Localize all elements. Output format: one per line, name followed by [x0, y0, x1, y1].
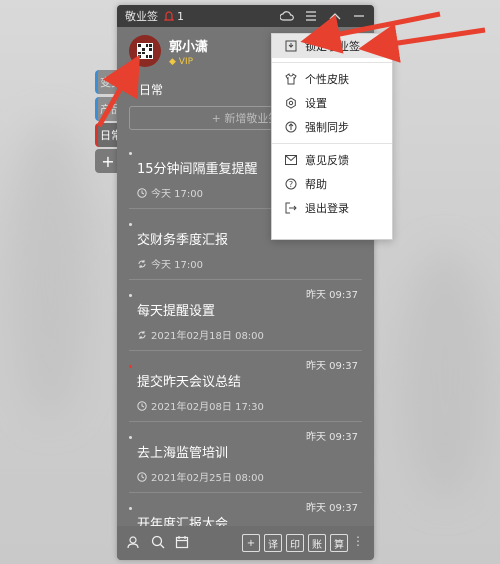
annotation-arrows — [96, 11, 486, 128]
arrow-to-cloud — [300, 11, 441, 54]
arrow-to-lock — [358, 23, 486, 63]
arrow-to-avatar — [96, 54, 140, 128]
